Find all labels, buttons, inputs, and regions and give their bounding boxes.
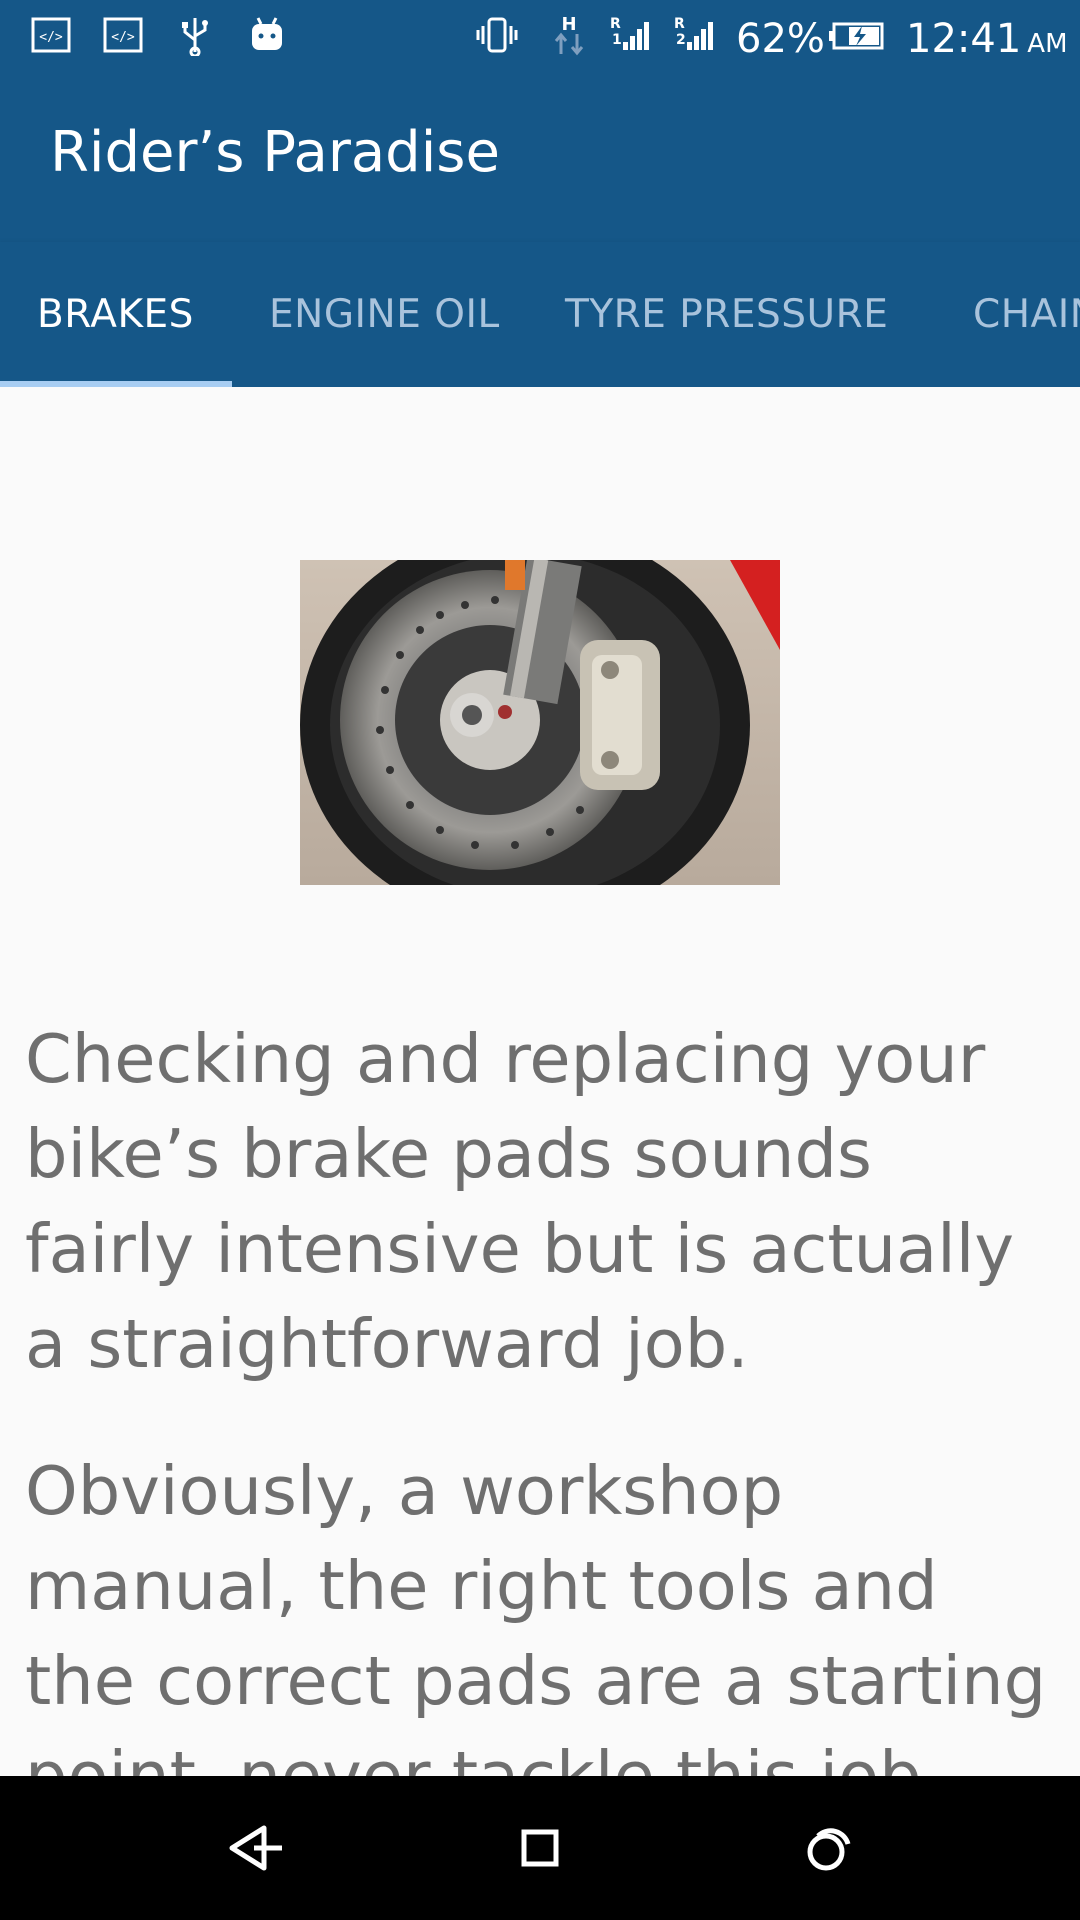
signal-sim1-icon: R1 [608, 14, 650, 56]
navigation-bar [0, 1776, 1080, 1920]
svg-text:2: 2 [676, 32, 686, 48]
signal-sim2-icon: R2 [672, 14, 714, 56]
svg-text:R: R [674, 16, 685, 32]
back-icon[interactable] [218, 1812, 290, 1884]
mobile-data-icon: H [549, 14, 591, 56]
android-debug-icon [246, 14, 288, 56]
clock-time: 12:41 [906, 16, 1022, 62]
tab-tyre-pressure[interactable]: TYRE PRESSURE [565, 242, 888, 387]
app-bar: Rider’s Paradise [0, 78, 1080, 242]
app-title: Rider’s Paradise [50, 120, 500, 185]
tab-bar: BRAKES ENGINE OIL TYRE PRESSURE CHAIN [0, 242, 1080, 387]
home-icon[interactable] [504, 1812, 576, 1884]
content-paragraph-2: Obviously, a workshop manual, the right … [25, 1452, 1047, 1776]
vibrate-icon [476, 14, 518, 56]
tab-brakes[interactable]: BRAKES [37, 242, 194, 387]
developer-code-icon-2: </> [102, 14, 144, 56]
screen: </> </> H R1 R2 62% 12:41 AM Rider’s Par… [0, 0, 1080, 1920]
brake-disc-image [300, 560, 780, 885]
content-paragraph-1: Checking and replacing your bike’s brake… [25, 1020, 1015, 1383]
tab-chain[interactable]: CHAIN [973, 242, 1080, 387]
svg-text:</>: </> [111, 30, 135, 45]
status-bar: </> </> H R1 R2 62% 12:41 AM [0, 0, 1080, 78]
clock: 12:41 AM [906, 14, 1068, 69]
tab-engine-oil[interactable]: ENGINE OIL [269, 242, 500, 387]
battery-charging-icon [828, 14, 886, 56]
clock-ampm: AM [1027, 29, 1068, 59]
svg-text:R: R [610, 16, 621, 32]
svg-text:</>: </> [39, 30, 63, 45]
developer-code-icon: </> [30, 14, 72, 56]
svg-text:H: H [561, 14, 576, 35]
svg-text:1: 1 [612, 32, 622, 48]
battery-percent: 62% [736, 16, 825, 62]
usb-icon [174, 14, 216, 58]
recents-icon[interactable] [792, 1812, 864, 1884]
content-scroll-area[interactable]: Checking and replacing your bike’s brake… [0, 387, 1080, 1776]
